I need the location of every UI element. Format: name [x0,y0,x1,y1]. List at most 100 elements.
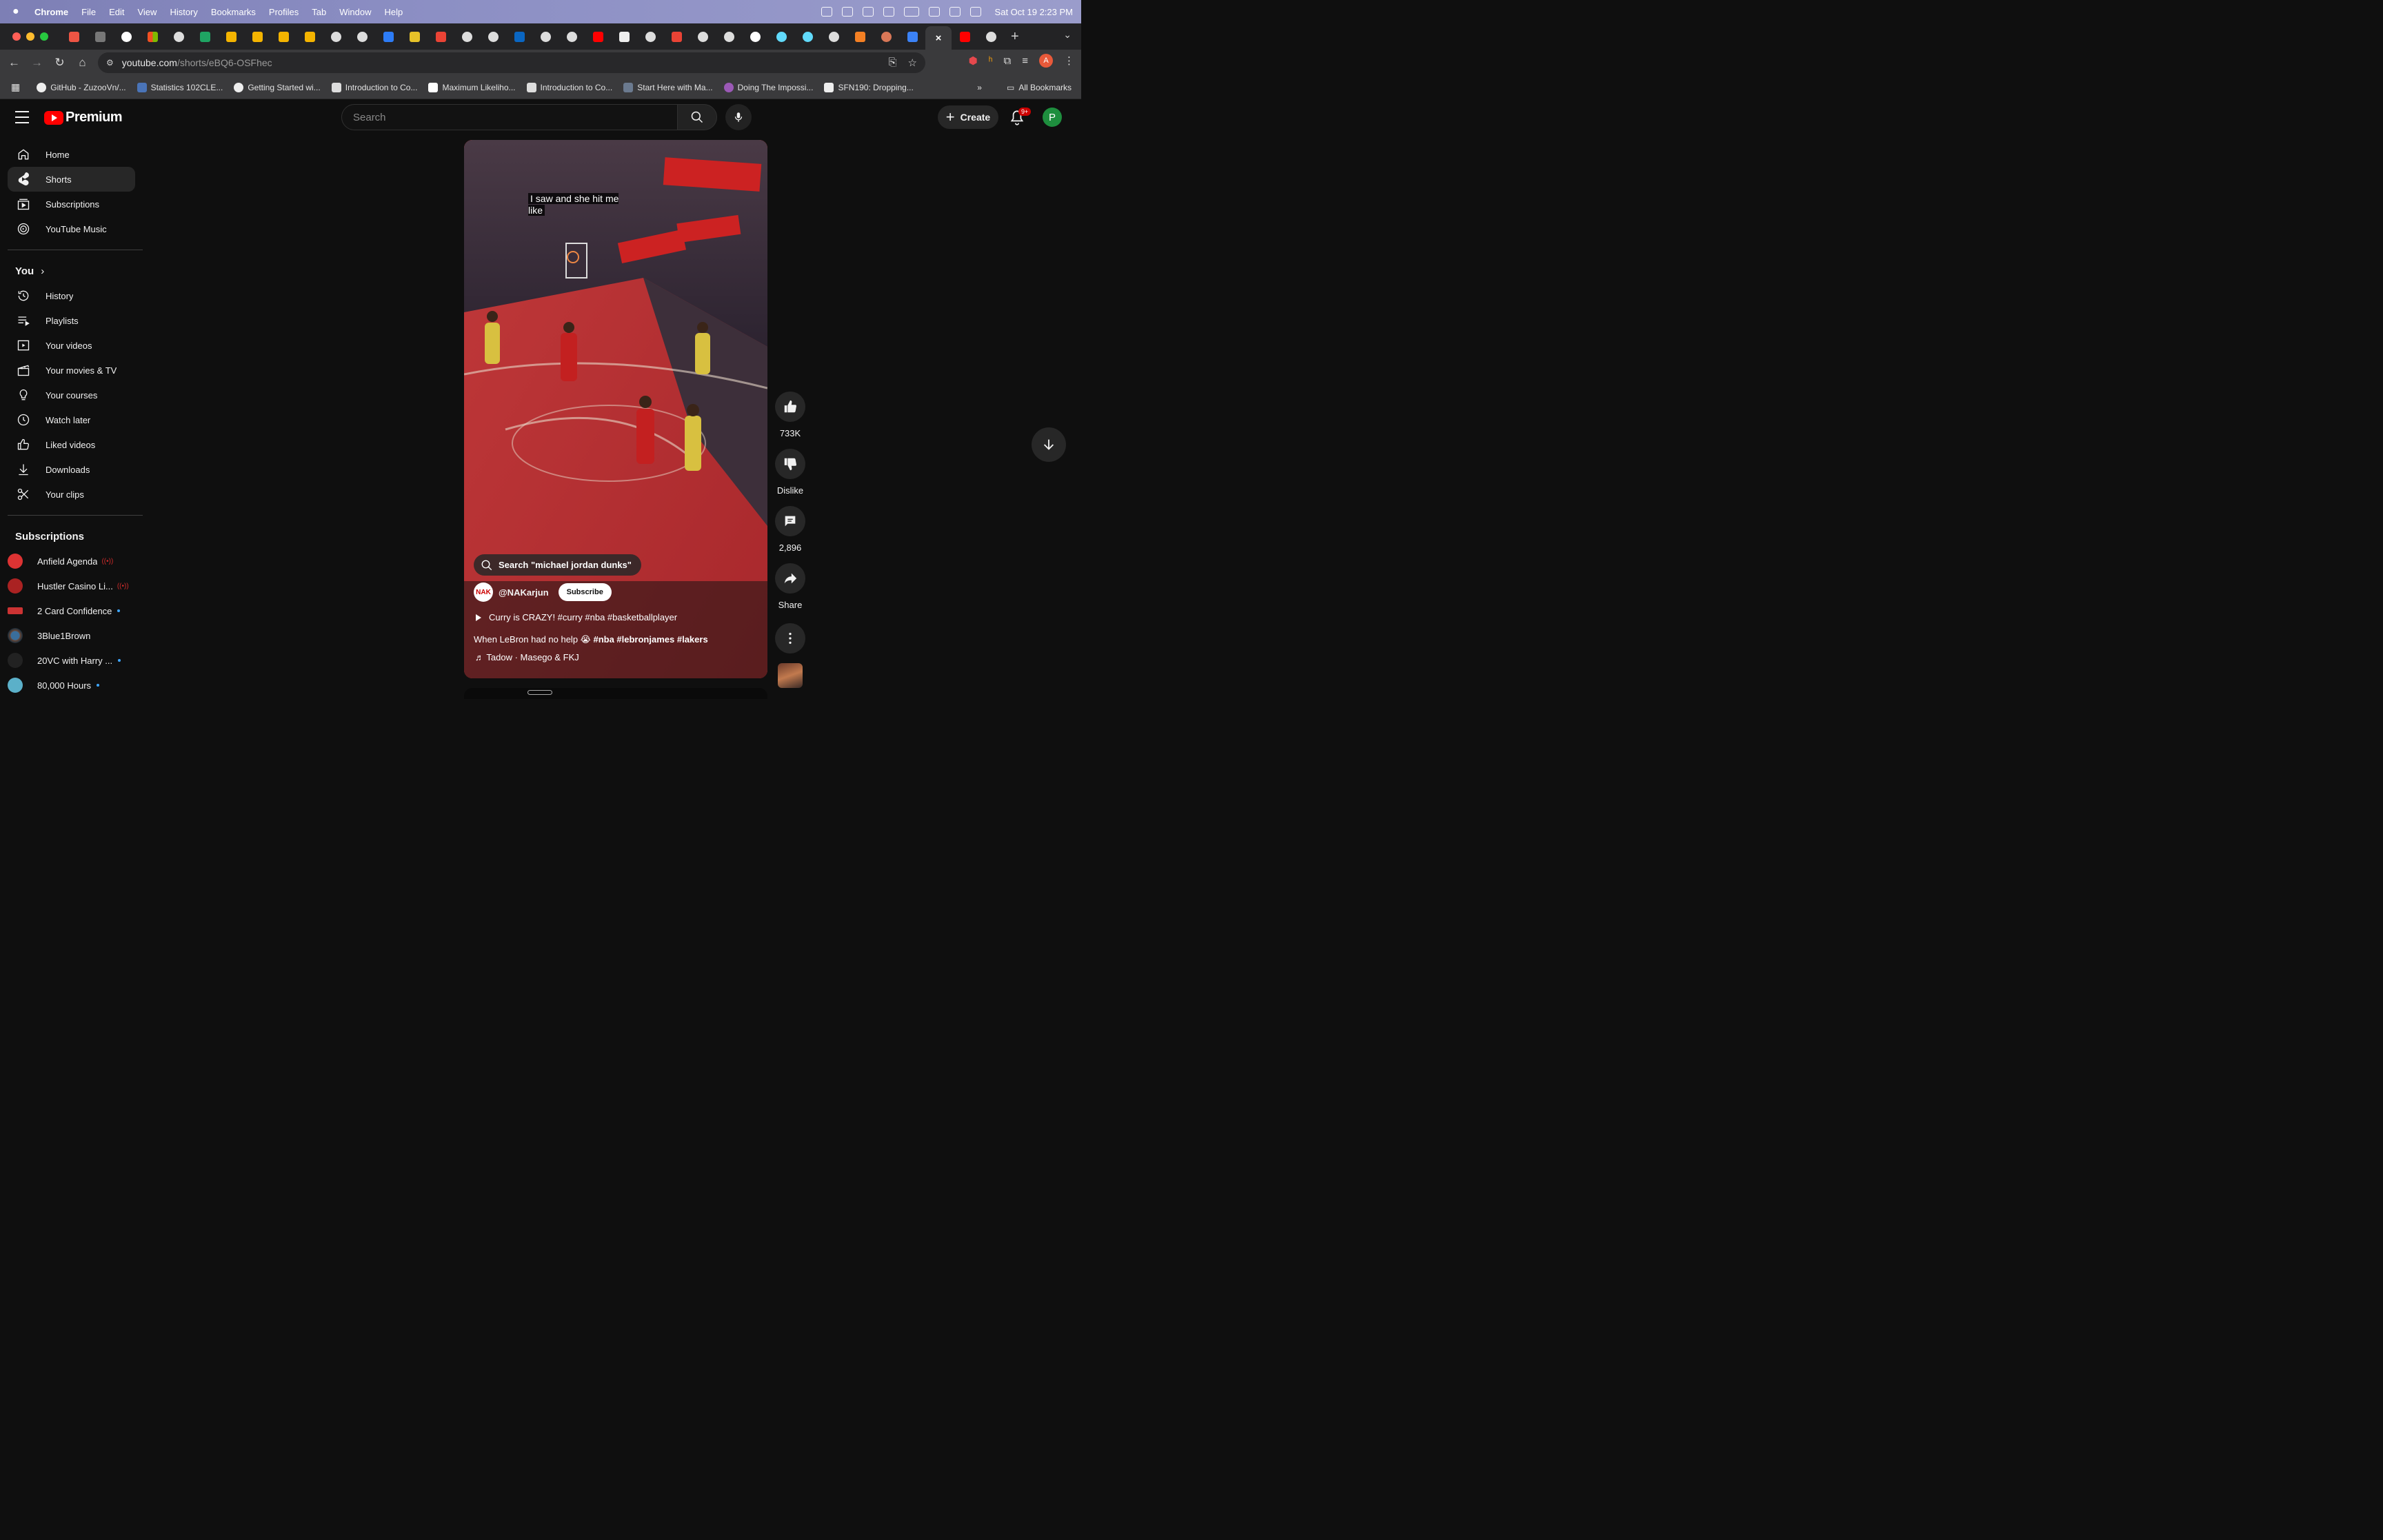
menu-edit[interactable]: Edit [109,7,124,17]
sidebar-item-your-clips[interactable]: Your clips [8,482,135,507]
bookmark-item[interactable]: Getting Started wi... [234,82,321,92]
more-bookmarks-chevron-icon[interactable]: » [977,83,982,92]
tab[interactable] [873,26,899,47]
tab[interactable] [978,26,1004,47]
menu-app-name[interactable]: Chrome [34,7,68,17]
sound-link[interactable]: ♬ Tadow · Masego & FKJ [475,652,579,662]
bookmark-item[interactable]: Start Here with Ma... [623,82,713,92]
sidebar-item-your-videos[interactable]: Your videos [8,333,135,358]
share-button[interactable] [775,563,805,594]
channel-handle[interactable]: @NAKarjun [499,587,549,598]
sidebar-subscription-hustler-casino[interactable]: Hustler Casino Li... ((•)) [0,574,135,598]
media-controls-icon[interactable]: ≡ [1022,55,1028,67]
voice-search-button[interactable] [725,104,752,130]
account-avatar[interactable]: P [1043,108,1062,127]
comments-button[interactable] [775,506,805,536]
menubar-clock[interactable]: Sat Oct 19 2:23 PM [995,7,1073,17]
dislike-button[interactable] [775,449,805,479]
tab[interactable] [428,26,454,47]
tab[interactable] [480,26,506,47]
tab[interactable] [821,26,847,47]
back-icon[interactable]: ← [3,56,26,70]
all-bookmarks[interactable]: ▭ All Bookmarks [1007,83,1072,92]
tab[interactable] [270,26,296,47]
bookmark-star-icon[interactable]: ☆ [908,57,917,69]
tab[interactable] [244,26,270,47]
sidebar-item-downloads[interactable]: Downloads [8,457,135,482]
sidebar-item-movies[interactable]: Your movies & TV [8,358,135,383]
tab[interactable] [349,26,375,47]
menu-window[interactable]: Window [339,7,371,17]
sidebar-subscription-3blue1brown[interactable]: 3Blue1Brown [0,623,135,648]
like-button[interactable] [775,392,805,422]
sidebar-subscription-20vc[interactable]: 20VC with Harry ... [0,648,135,673]
tab[interactable] [847,26,873,47]
bookmark-item[interactable]: GitHub - ZuzooVn/... [37,82,126,92]
related-video-link[interactable]: Curry is CRAZY! #curry #nba #basketballp… [476,612,677,622]
tab[interactable] [87,26,113,47]
menu-history[interactable]: History [170,7,197,17]
tab[interactable] [218,26,244,47]
tab[interactable] [454,26,480,47]
sidebar-subscription-anfield-agenda[interactable]: Anfield Agenda ((•)) [0,549,135,574]
sound-thumbnail[interactable] [778,663,803,688]
search-button[interactable] [677,104,717,130]
tab[interactable] [794,26,821,47]
new-tab-button[interactable]: + [1011,29,1019,45]
spotlight-icon[interactable] [949,7,961,17]
site-info-icon[interactable]: ⚙ [106,58,114,68]
bookmark-item[interactable]: Introduction to Co... [331,82,417,92]
tab[interactable] [139,26,165,47]
forward-icon[interactable]: → [26,56,48,70]
sidebar-item-watch-later[interactable]: Watch later [8,407,135,432]
tab[interactable] [899,26,925,47]
channel-avatar[interactable]: NAK [474,582,493,602]
tab[interactable] [952,26,978,47]
minimize-window-button[interactable] [26,32,34,41]
sidebar-item-home[interactable]: Home [8,142,135,167]
tab[interactable] [192,26,218,47]
tab-active-close-icon[interactable]: × [925,26,952,50]
menu-profiles[interactable]: Profiles [269,7,299,17]
apple-logo-icon[interactable]: ● [12,6,25,18]
tab[interactable] [585,26,611,47]
tab[interactable] [165,26,192,47]
zoom-icon[interactable] [862,7,874,17]
extensions-puzzle-icon[interactable]: ⧉ [1004,55,1012,67]
apps-grid-icon[interactable]: ▦ [11,81,20,93]
shield-extension-icon[interactable]: ⬢ [969,54,978,67]
battery-icon[interactable] [903,7,919,17]
bookmark-item[interactable]: Doing The Impossi... [723,82,813,92]
bookmark-item[interactable]: Introduction to Co... [526,82,612,92]
tab[interactable] [663,26,690,47]
honey-extension-icon[interactable]: ʰ [989,55,993,67]
hashtags[interactable]: #nba #lebronjames #lakers [593,634,707,645]
tab[interactable] [690,26,716,47]
tab[interactable] [716,26,742,47]
wifi-icon[interactable] [928,7,940,17]
bookmark-item[interactable]: Maximum Likeliho... [428,82,516,92]
close-window-button[interactable] [12,32,21,41]
address-bar[interactable]: ⚙ youtube.com/shorts/eBQ6-OSFhec ⎘ ☆ [98,52,925,73]
chrome-menu-icon[interactable]: ⋮ [1064,54,1074,67]
create-button[interactable]: + Create [938,105,998,129]
tab[interactable] [375,26,401,47]
tab[interactable] [113,26,139,47]
install-app-icon[interactable]: ⎘ [889,57,897,69]
tab[interactable] [611,26,637,47]
bookmark-item[interactable]: Statistics 102CLE... [137,82,223,92]
sidebar-item-subscriptions[interactable]: Subscriptions [8,192,135,216]
menu-bookmarks[interactable]: Bookmarks [211,7,256,17]
hamburger-menu-icon[interactable] [15,111,29,123]
sidebar-subscription-2-card-confidence[interactable]: 2 Card Confidence [0,598,135,623]
sidebar-you-heading[interactable]: You › [15,259,143,283]
tab[interactable] [323,26,349,47]
chrome-profile-avatar[interactable]: A [1039,54,1053,68]
sidebar-item-liked-videos[interactable]: Liked videos [8,432,135,457]
sidebar-item-youtube-music[interactable]: YouTube Music [8,216,135,241]
tab[interactable] [637,26,663,47]
status-app-icon[interactable] [883,7,894,17]
status-app-icon[interactable] [841,7,853,17]
menu-view[interactable]: View [137,7,157,17]
sidebar-item-shorts[interactable]: Shorts [8,167,135,192]
